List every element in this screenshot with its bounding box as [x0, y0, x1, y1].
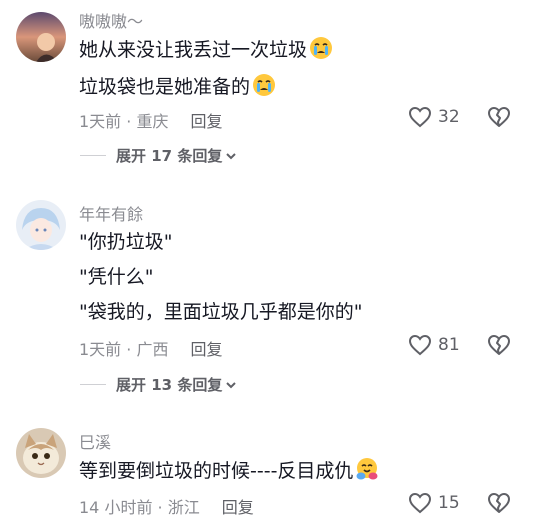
comment-text-line: 垃圾袋也是她准备的	[79, 73, 276, 104]
chevron-down-icon	[226, 381, 237, 388]
reply-button[interactable]: 回复	[222, 498, 254, 517]
hugging-face-emoji-icon	[355, 457, 379, 488]
like-count: 81	[438, 335, 460, 355]
dislike-button[interactable]	[487, 106, 511, 130]
avatar[interactable]	[16, 428, 66, 478]
crying-face-emoji-icon	[309, 36, 333, 67]
like-button[interactable]: 15	[408, 492, 460, 514]
comment-text: 等到要倒垃圾的时候----反目成仇	[79, 460, 354, 482]
comment-meta: 14 小时前 · 浙江 回复	[79, 494, 254, 518]
divider-dash	[80, 384, 106, 385]
comment-time-location: 14 小时前 · 浙江	[79, 498, 200, 517]
broken-heart-icon	[488, 106, 511, 127]
like-count: 32	[438, 107, 460, 127]
like-button[interactable]: 32	[408, 106, 460, 128]
broken-heart-icon	[488, 334, 511, 355]
expand-replies-button[interactable]: 展开 13 条回复	[80, 374, 237, 395]
reply-button[interactable]: 回复	[190, 340, 222, 359]
like-button[interactable]: 81	[408, 334, 460, 356]
expand-replies-label: 展开 13 条回复	[116, 376, 223, 394]
broken-heart-icon	[488, 492, 511, 513]
comment-text-line: "你扔垃圾"	[79, 231, 173, 253]
comment-meta: 1天前 · 重庆 回复	[79, 108, 222, 132]
reply-button[interactable]: 回复	[190, 112, 222, 131]
crying-face-emoji-icon	[252, 73, 276, 104]
comment-text-line: "袋我的，里面垃圾几乎都是你的"	[79, 301, 363, 323]
avatar[interactable]	[16, 200, 66, 250]
comment-text-line: 等到要倒垃圾的时候----反目成仇	[79, 457, 379, 488]
comment-username[interactable]: 嗷嗷嗷～	[79, 8, 143, 32]
comment-text-line: "凭什么"	[79, 266, 154, 288]
comment-username[interactable]: 年年有餘	[79, 201, 143, 225]
comment-meta: 1天前 · 广西 回复	[79, 336, 222, 360]
chevron-down-icon	[226, 152, 237, 159]
like-count: 15	[438, 493, 460, 513]
dislike-button[interactable]	[487, 492, 511, 516]
heart-icon	[408, 492, 432, 514]
comment-text: 垃圾袋也是她准备的	[79, 76, 251, 98]
heart-icon	[408, 106, 432, 128]
comment-text-line: 她从来没让我丢过一次垃圾	[79, 36, 333, 67]
divider-dash	[80, 155, 106, 156]
comment-time-location: 1天前 · 广西	[79, 340, 169, 359]
comment-text: 她从来没让我丢过一次垃圾	[79, 39, 308, 61]
heart-icon	[408, 334, 432, 356]
comment-time-location: 1天前 · 重庆	[79, 112, 169, 131]
expand-replies-button[interactable]: 展开 17 条回复	[80, 145, 237, 166]
dislike-button[interactable]	[487, 334, 511, 358]
expand-replies-label: 展开 17 条回复	[116, 147, 223, 165]
avatar[interactable]	[16, 12, 66, 62]
comment-username[interactable]: 巳溪	[79, 429, 111, 453]
